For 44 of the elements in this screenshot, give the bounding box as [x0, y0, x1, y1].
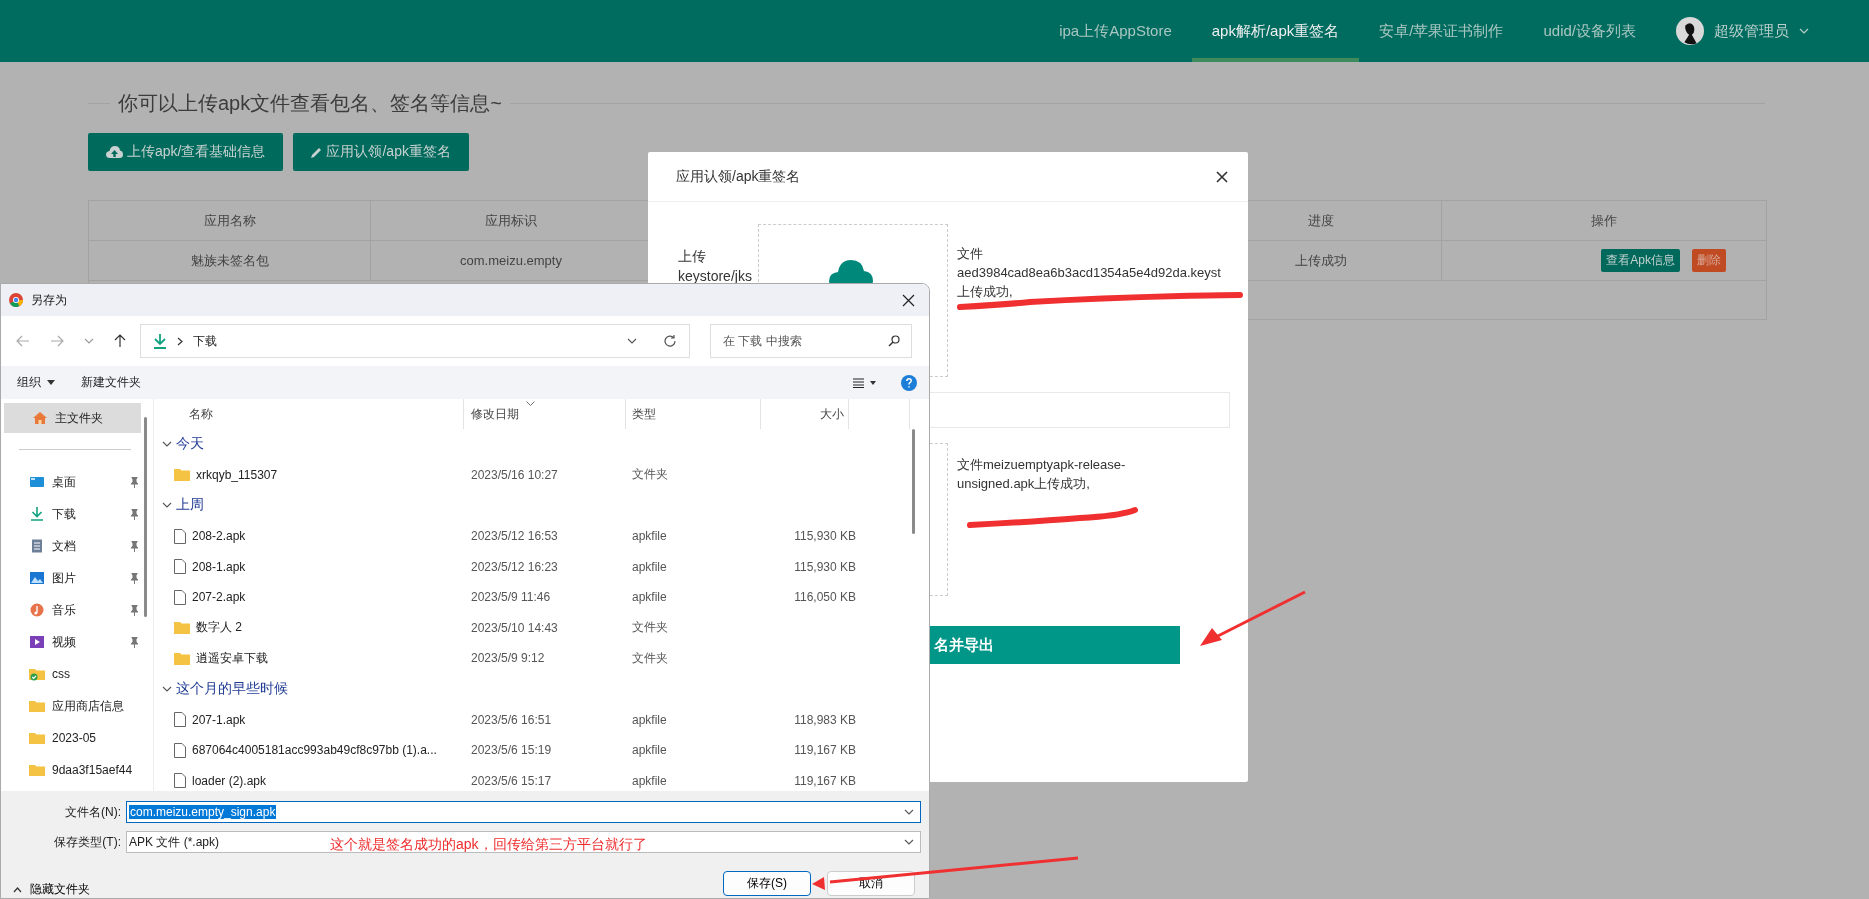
file-date: 2023/5/9 9:12: [470, 651, 546, 666]
file-name: 208-2.apk: [192, 529, 246, 544]
file-date: 2023/5/6 16:51: [470, 712, 553, 727]
file-name: 207-1.apk: [192, 712, 246, 727]
file-date: 2023/5/10 14:43: [470, 620, 559, 635]
file-name: 数字人 2: [196, 619, 242, 637]
table-cell: 魅族未签名包: [89, 241, 372, 280]
file-name: 207-2.apk: [192, 590, 246, 605]
file-date: 2023/5/6 15:17: [470, 773, 553, 788]
file-type: apkfile: [631, 529, 668, 544]
file-type: 文件夹: [631, 649, 669, 667]
file-date: 2023/5/16 10:27: [470, 467, 559, 482]
file-name: 逍遥安卓下载: [196, 649, 268, 667]
upload-message: 文件meizuemptyapk-release-unsigned.apk上传成功,: [957, 456, 1127, 493]
field-label: 文件名(N):: [64, 803, 122, 821]
file-type: apkfile: [631, 590, 668, 605]
file-size: 116,050 KB: [793, 590, 856, 605]
file-type: 文件夹: [631, 466, 669, 484]
file-type: apkfile: [631, 773, 668, 788]
file-size: 115,930 KB: [793, 529, 856, 544]
modal-title: 应用认领/apk重签名: [676, 167, 801, 186]
field-label: 保存类型(T):: [53, 833, 122, 851]
annotation-text: 这个就是签名成功的apk，回传给第三方平台就行了: [330, 836, 647, 854]
file-type: apkfile: [631, 559, 668, 574]
file-date: 2023/5/9 11:46: [470, 590, 552, 605]
file-date: 2023/5/12 16:23: [470, 559, 559, 574]
file-size: 118,983 KB: [793, 712, 856, 727]
window-title: 另存为: [31, 291, 67, 309]
column-header: 操作: [1589, 211, 1618, 230]
field-label: 上传 keystore/jks: [678, 247, 753, 286]
file-type: apkfile: [631, 743, 668, 758]
file-size: 115,930 KB: [793, 559, 856, 574]
file-name: loader (2).apk: [192, 773, 267, 788]
file-name: 687064c4005181acc993ab49cf8c97bb (1).a...: [192, 743, 437, 758]
file-date: 2023/5/6 15:19: [470, 743, 553, 758]
file-name: xrkqyb_115307: [196, 467, 278, 482]
file-name: 208-1.apk: [192, 559, 246, 574]
column-header: 应用名称: [89, 201, 372, 240]
file-date: 2023/5/12 16:53: [470, 529, 559, 544]
file-type: apkfile: [631, 712, 668, 727]
file-type: 文件夹: [631, 619, 669, 637]
file-size: 119,167 KB: [793, 773, 856, 788]
page-heading: 你可以上传apk文件查看包名、签名等信息~: [118, 91, 502, 116]
file-size: 119,167 KB: [793, 743, 856, 758]
